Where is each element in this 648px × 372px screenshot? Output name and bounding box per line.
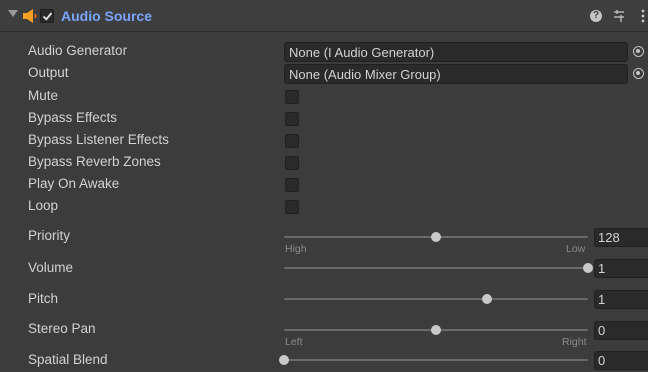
field-value: 1 xyxy=(598,261,606,276)
field-label: Output xyxy=(28,65,69,80)
pitch-slider-track[interactable] xyxy=(284,298,588,300)
field-label: Pitch xyxy=(28,291,59,306)
field-label: Priority xyxy=(28,228,71,243)
field-value: 1 xyxy=(598,292,606,307)
fold-arrow-icon[interactable] xyxy=(8,10,18,17)
bypass-reverb-zones-checkbox[interactable] xyxy=(285,156,299,170)
priority-slider-thumb[interactable] xyxy=(431,232,441,242)
mute-checkbox[interactable] xyxy=(285,90,299,104)
audio-generator-field[interactable]: None (I Audio Generator) xyxy=(284,42,628,62)
spatial-blend-slider-thumb[interactable] xyxy=(279,355,289,365)
field-label: Stereo Pan xyxy=(28,321,96,336)
bypass-effects-checkbox[interactable] xyxy=(285,112,299,126)
volume-value-field[interactable]: 1 xyxy=(594,259,648,278)
field-label: Loop xyxy=(28,198,59,213)
field-label: Play On Awake xyxy=(28,176,120,191)
pitch-value-field[interactable]: 1 xyxy=(594,290,648,309)
field-label: Bypass Effects xyxy=(28,110,118,125)
row-bypass-effects: Bypass Effects xyxy=(0,108,648,130)
row-stereo-pan: Stereo Pan Left Right 0 xyxy=(0,319,648,351)
component-header[interactable]: Audio Source ? xyxy=(0,0,648,32)
row-play-on-awake: Play On Awake xyxy=(0,174,648,196)
row-output: Output None (Audio Mixer Group) xyxy=(0,63,648,85)
row-mute: Mute xyxy=(0,86,648,108)
row-audio-generator: Audio Generator None (I Audio Generator) xyxy=(0,41,648,63)
spatial-blend-value-field[interactable]: 0 xyxy=(594,351,648,370)
play-on-awake-checkbox[interactable] xyxy=(285,178,299,192)
help-icon[interactable]: ? xyxy=(590,10,602,22)
menu-icon[interactable] xyxy=(636,8,648,24)
field-label: Spatial Blend xyxy=(28,352,108,367)
field-label: Bypass Reverb Zones xyxy=(28,154,161,169)
field-label: Mute xyxy=(28,88,59,103)
preset-icon[interactable] xyxy=(612,8,626,24)
enabled-checkbox[interactable] xyxy=(40,9,54,23)
component-title: Audio Source xyxy=(61,8,153,24)
pitch-slider-thumb[interactable] xyxy=(481,294,492,304)
row-loop: Loop xyxy=(0,196,648,218)
volume-slider-track[interactable] xyxy=(284,267,588,269)
speaker-icon xyxy=(23,9,37,23)
bypass-listener-effects-checkbox[interactable] xyxy=(285,134,299,148)
row-bypass-listener-effects: Bypass Listener Effects xyxy=(0,130,648,152)
row-volume: Volume 1 xyxy=(0,258,648,280)
row-spatial-blend: Spatial Blend 0 xyxy=(0,350,648,372)
slider-max-label: Low xyxy=(566,243,586,255)
field-value: None (I Audio Generator) xyxy=(289,45,435,60)
row-pitch: Pitch 1 xyxy=(0,289,648,311)
field-value: 128 xyxy=(598,230,620,245)
priority-value-field[interactable]: 128 xyxy=(594,228,648,247)
field-label: Volume xyxy=(28,260,74,275)
field-label: Bypass Listener Effects xyxy=(28,132,169,147)
spatial-blend-slider-track[interactable] xyxy=(284,359,588,361)
row-priority: Priority High Low 128 xyxy=(0,226,648,258)
slider-min-label: Left xyxy=(285,336,303,348)
stereo-pan-value-field[interactable]: 0 xyxy=(594,321,648,340)
field-label: Audio Generator xyxy=(28,43,128,58)
slider-min-label: High xyxy=(285,243,307,255)
stereo-pan-slider-thumb[interactable] xyxy=(431,325,441,335)
field-value: 0 xyxy=(598,353,606,368)
slider-max-label: Right xyxy=(562,336,587,348)
loop-checkbox[interactable] xyxy=(285,200,299,214)
field-value: 0 xyxy=(598,323,606,338)
field-value: None (Audio Mixer Group) xyxy=(289,67,441,82)
volume-slider-thumb[interactable] xyxy=(583,263,593,273)
object-picker-icon[interactable] xyxy=(633,46,644,57)
output-field[interactable]: None (Audio Mixer Group) xyxy=(284,64,628,84)
object-picker-icon[interactable] xyxy=(633,68,644,79)
row-bypass-reverb-zones: Bypass Reverb Zones xyxy=(0,152,648,174)
